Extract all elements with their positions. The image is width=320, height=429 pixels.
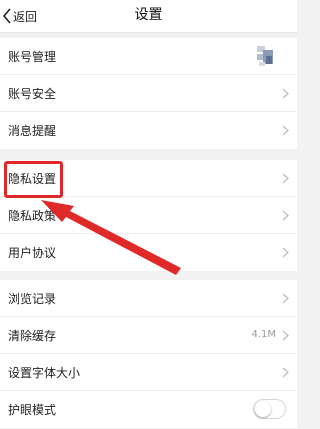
chevron-right-icon (282, 88, 289, 99)
cache-size-value: 4.1M (251, 329, 276, 340)
row-font-size[interactable]: 设置字体大小 (0, 354, 297, 391)
row-message-notifications[interactable]: 消息提醒 (0, 112, 297, 149)
nav-bar: 返回 设置 (0, 0, 297, 33)
chevron-right-icon (282, 367, 289, 378)
row-label: 隐私设置 (8, 172, 57, 186)
row-privacy-policy[interactable]: 隐私政策 (0, 197, 297, 234)
chevron-right-icon (282, 125, 289, 136)
settings-screen: 返回 设置 账号管理 账号安全 消息提醒 隐私设置 隐私政策 用户协议 浏览记录… (0, 0, 297, 429)
row-label: 清除缓存 (8, 329, 57, 343)
row-user-agreement[interactable]: 用户协议 (0, 234, 297, 271)
row-browsing-history[interactable]: 浏览记录 (0, 280, 297, 317)
row-clear-cache[interactable]: 清除缓存 4.1M (0, 317, 297, 354)
avatar (253, 44, 277, 68)
row-privacy-settings[interactable]: 隐私设置 (0, 160, 297, 197)
settings-group-privacy: 隐私设置 隐私政策 用户协议 (0, 160, 297, 271)
row-label: 设置字体大小 (8, 366, 81, 380)
toggle-knob (255, 401, 271, 417)
chevron-right-icon (282, 210, 289, 221)
settings-group-general: 浏览记录 清除缓存 4.1M 设置字体大小 护眼模式 (0, 280, 297, 428)
chevron-right-icon (282, 173, 289, 184)
page-title: 设置 (134, 7, 163, 23)
row-label: 护眼模式 (8, 403, 57, 417)
row-label: 用户协议 (8, 246, 57, 260)
row-label: 隐私政策 (8, 209, 57, 223)
chevron-right-icon (282, 247, 289, 258)
row-label: 账号管理 (8, 50, 57, 64)
chevron-right-icon (282, 330, 289, 341)
row-eye-protection: 护眼模式 (0, 391, 297, 428)
row-label: 账号安全 (8, 87, 57, 101)
row-label: 消息提醒 (8, 124, 57, 138)
eye-protection-toggle[interactable] (253, 399, 286, 419)
row-account-management[interactable]: 账号管理 (0, 38, 297, 75)
chevron-right-icon (282, 293, 289, 304)
settings-group-account: 账号管理 账号安全 消息提醒 (0, 38, 297, 149)
row-label: 浏览记录 (8, 292, 57, 306)
row-account-security[interactable]: 账号安全 (0, 75, 297, 112)
